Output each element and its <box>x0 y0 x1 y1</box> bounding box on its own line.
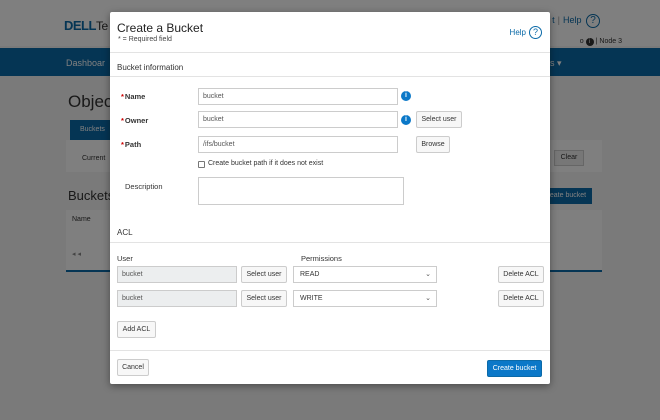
acl-row-2-user-input: bucket <box>117 290 237 307</box>
create-path-checkbox[interactable] <box>198 161 205 168</box>
dialog-help-link[interactable]: Help ? <box>510 26 542 39</box>
acl-permissions-column-header: Permissions <box>301 254 342 263</box>
required-note: * = Required field <box>118 36 172 43</box>
description-textarea[interactable] <box>198 177 404 205</box>
help-icon[interactable]: ? <box>529 26 542 39</box>
bucket-information-heading: Bucket information <box>117 63 184 72</box>
chevron-down-icon: ⌄ <box>425 271 431 278</box>
owner-info-icon[interactable]: i <box>401 115 411 125</box>
acl-row-1-select-user-button[interactable]: Select user <box>241 266 287 283</box>
acl-row-1-permission-select[interactable]: READ ⌄ <box>293 266 437 283</box>
divider <box>110 242 550 243</box>
acl-row-2-delete-button[interactable]: Delete ACL <box>498 290 544 307</box>
create-path-checkbox-label[interactable]: Create bucket path if it does not exist <box>208 160 323 167</box>
create-bucket-submit-button[interactable]: Create bucket <box>487 360 542 377</box>
acl-heading: ACL <box>117 228 133 237</box>
name-info-icon[interactable]: i <box>401 91 411 101</box>
acl-row-2-permission-select[interactable]: WRITE ⌄ <box>293 290 437 307</box>
add-acl-button[interactable]: Add ACL <box>117 321 156 338</box>
acl-row-1-delete-button[interactable]: Delete ACL <box>498 266 544 283</box>
create-bucket-dialog: Create a Bucket * = Required field Help … <box>110 12 550 384</box>
dialog-title: Create a Bucket <box>117 21 204 35</box>
name-label: *Name <box>121 92 146 101</box>
help-label[interactable]: Help <box>510 28 526 37</box>
divider <box>110 52 550 53</box>
cancel-button[interactable]: Cancel <box>117 359 149 376</box>
description-label: Description <box>125 182 163 191</box>
name-input[interactable]: bucket <box>198 88 398 105</box>
acl-row-2-select-user-button[interactable]: Select user <box>241 290 287 307</box>
acl-user-column-header: User <box>117 254 133 263</box>
owner-input[interactable]: bucket <box>198 111 398 128</box>
owner-label: *Owner <box>121 116 149 125</box>
browse-button[interactable]: Browse <box>416 136 450 153</box>
acl-row-1-user-input: bucket <box>117 266 237 283</box>
path-label: *Path <box>121 140 142 149</box>
chevron-down-icon: ⌄ <box>425 295 431 302</box>
path-input[interactable]: /ifs/bucket <box>198 136 398 153</box>
divider <box>110 76 550 77</box>
divider <box>110 350 550 351</box>
owner-select-user-button[interactable]: Select user <box>416 111 462 128</box>
